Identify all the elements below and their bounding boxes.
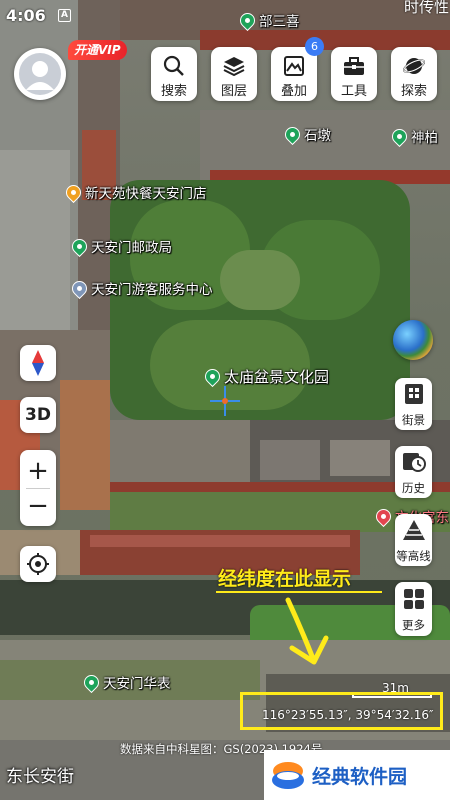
food-pin-icon (62, 181, 85, 203)
explore-button[interactable]: 探索 (391, 47, 437, 101)
crosshair-icon (210, 386, 240, 416)
globe-button[interactable] (393, 320, 433, 360)
history-button[interactable]: 历史 (395, 446, 432, 498)
overlay-count-badge: 6 (305, 37, 324, 56)
user-avatar-icon (19, 53, 61, 95)
tools-label: 工具 (340, 84, 367, 99)
more-button[interactable]: 更多 (395, 582, 432, 636)
poi-shenbai[interactable]: 神柏 (388, 125, 438, 147)
poi-bonsai-garden[interactable]: 太庙盆景文化园 (201, 365, 329, 388)
zoom-out-button[interactable]: − (27, 489, 49, 523)
landmark-pin-icon (372, 505, 395, 527)
user-avatar-button[interactable] (14, 48, 66, 100)
search-label: 搜索 (160, 84, 187, 99)
notification-a-icon: A (58, 9, 71, 22)
contour-button[interactable]: 等高线 (395, 514, 432, 566)
coordinate-readout: 116°23′55.13″, 39°54′32.16″ (262, 708, 434, 722)
park-pin-icon (281, 123, 304, 145)
poi-busanxi[interactable]: 部三喜 (236, 9, 300, 31)
coordinate-annotation: 经纬度在此显示 (218, 568, 352, 590)
post-pin-icon (68, 235, 91, 257)
compass-icon (32, 350, 44, 376)
watermark-text: 经典软件园 (312, 765, 408, 788)
zoom-control: + − (20, 450, 56, 526)
street-view-button[interactable]: 街景 (395, 378, 432, 430)
jingdian-logo-icon (272, 762, 304, 789)
park-pin-icon (388, 125, 411, 147)
street-view-icon (404, 384, 423, 404)
arrow-down-icon (285, 597, 329, 665)
poi-huabiao[interactable]: 天安门华表 (80, 671, 171, 693)
layers-label: 图层 (220, 84, 247, 99)
contour-icon (402, 520, 425, 540)
history-icon (402, 453, 426, 472)
planet-icon (402, 58, 426, 74)
street-name-label: 东长安街 (6, 767, 74, 787)
overlay-button[interactable]: 叠加 6 (271, 37, 324, 101)
search-icon (163, 55, 184, 76)
compass-button[interactable] (20, 345, 56, 381)
zoom-in-button[interactable]: + (27, 454, 49, 488)
overlay-label: 叠加 (280, 84, 307, 99)
status-time: 4:06 (6, 6, 46, 25)
info-pin-icon (68, 277, 91, 299)
search-button[interactable]: 搜索 (151, 47, 197, 101)
poi-visitor-center[interactable]: 天安门游客服务中心 (68, 277, 213, 299)
poi-fastfood[interactable]: 新天苑快餐天安门店 (62, 181, 207, 203)
annotation-underline (216, 591, 382, 593)
overlay-icon (284, 56, 304, 76)
vip-button[interactable]: 开通VIP (68, 40, 127, 60)
status-bar: 4:06 A 时传性 (0, 0, 450, 30)
poi-shidun[interactable]: 石墩 (281, 123, 331, 145)
layers-button[interactable]: 图层 (211, 47, 257, 101)
park-pin-icon (80, 671, 103, 693)
locate-button[interactable] (20, 546, 56, 582)
top-right-cut-text: 时传性 (404, 0, 450, 16)
tools-button[interactable]: 工具 (331, 47, 377, 101)
poi-postoffice[interactable]: 天安门邮政局 (68, 235, 172, 257)
park-pin-icon (201, 365, 224, 388)
park-pin-icon (236, 9, 259, 31)
3d-view-button[interactable]: 3D (20, 397, 56, 433)
explore-label: 探索 (400, 84, 427, 99)
grid-icon (403, 589, 424, 609)
watermark: 经典软件园 (264, 750, 450, 800)
locate-icon (27, 553, 49, 575)
toolbox-icon (344, 57, 364, 75)
layers-icon (223, 57, 245, 77)
